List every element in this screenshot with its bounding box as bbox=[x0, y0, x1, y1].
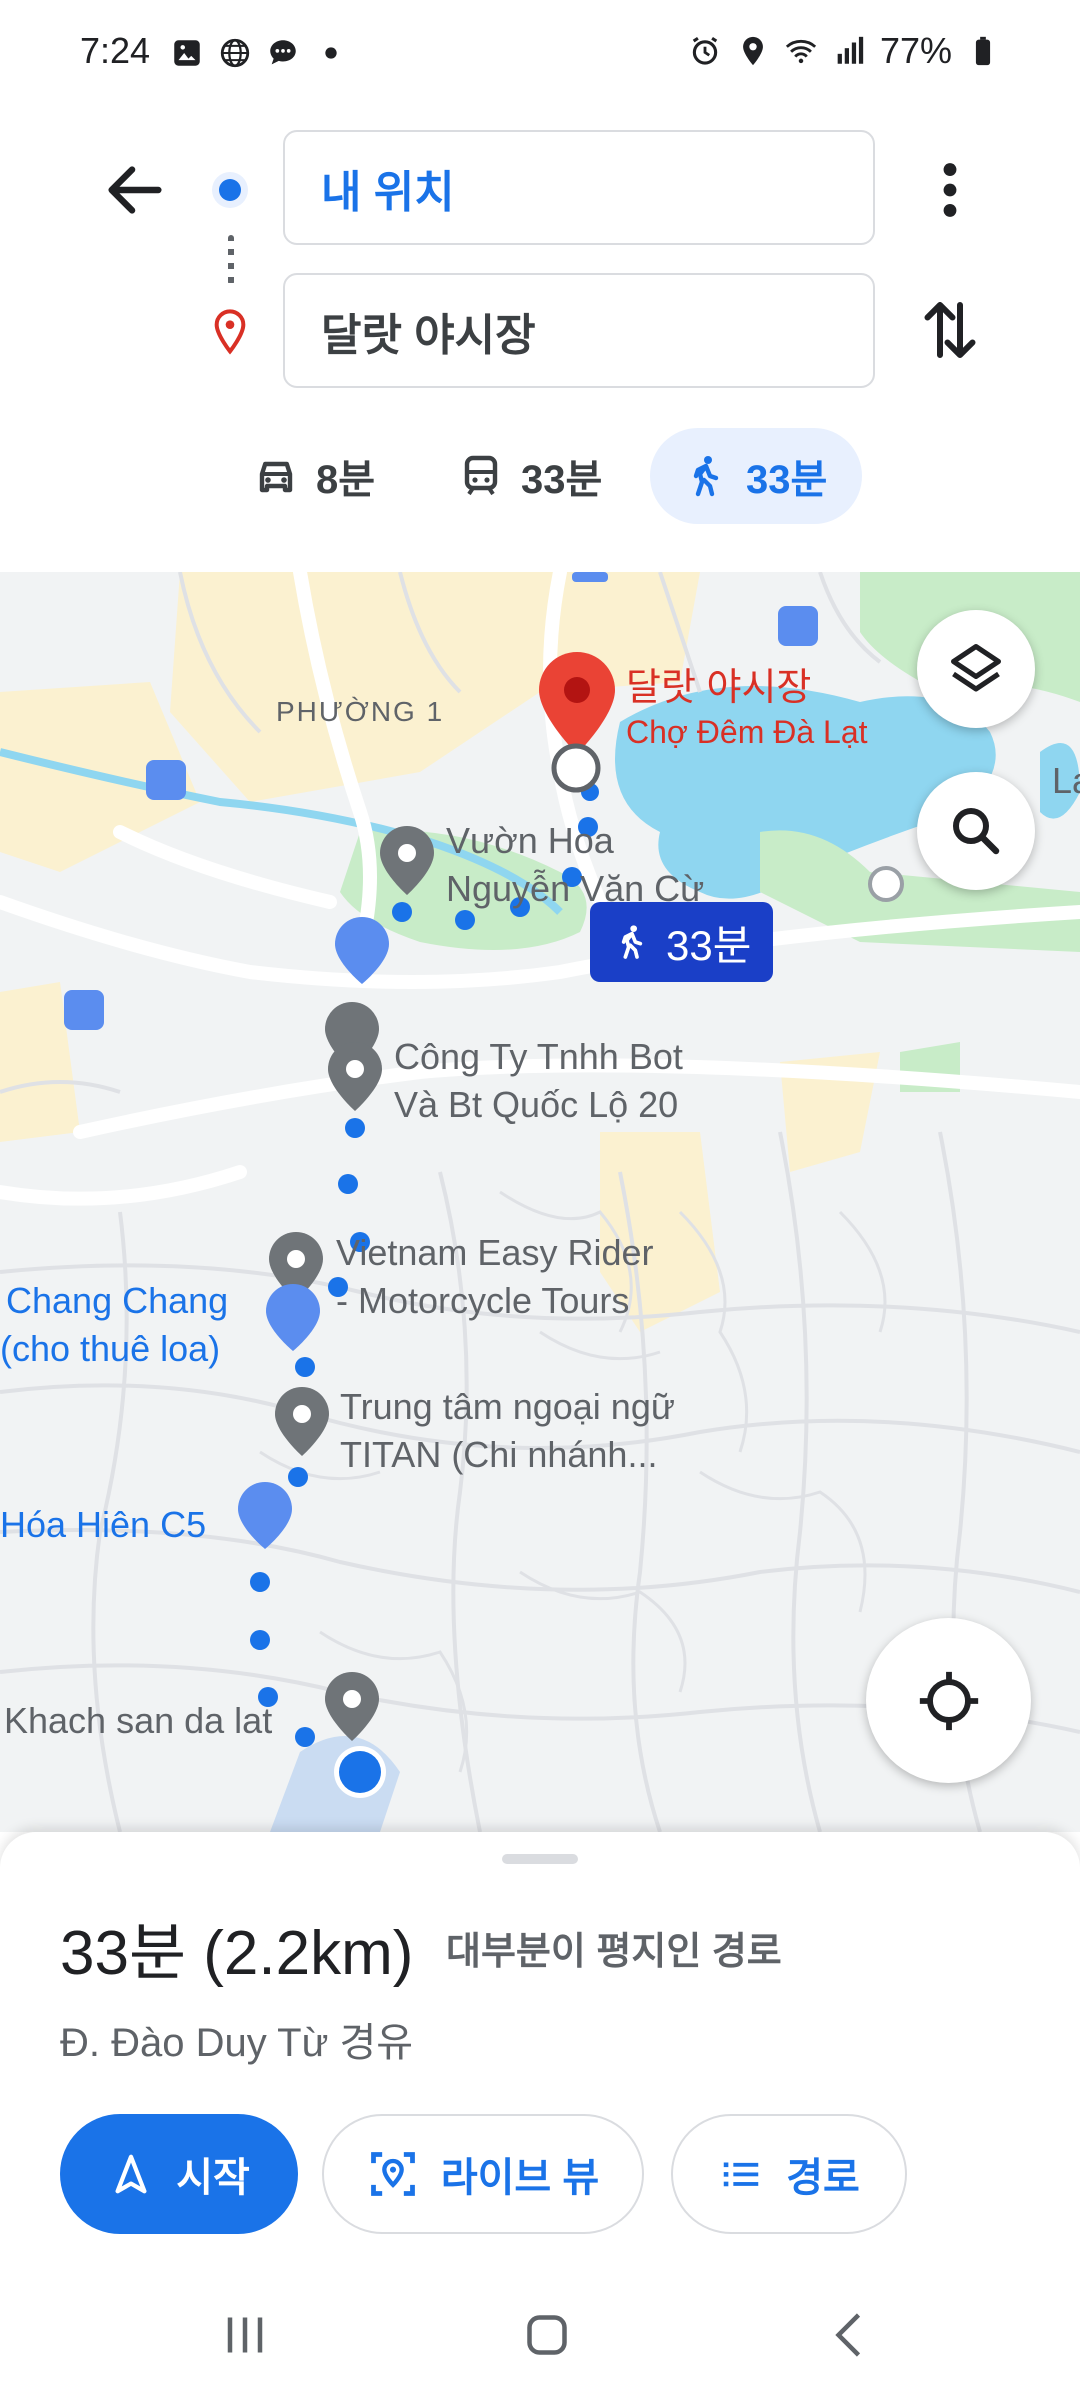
home-icon bbox=[527, 2315, 567, 2355]
walk-icon bbox=[693, 456, 719, 497]
route-dots-divider bbox=[228, 235, 234, 285]
map-label-poi-chang[interactable]: Chang Chang bbox=[6, 1278, 228, 1325]
route-note: 대부분이 평지인 경로 bbox=[446, 1931, 782, 1973]
status-right: 77% bbox=[688, 30, 1000, 72]
more-vert-icon bbox=[943, 163, 957, 217]
origin-dot-icon bbox=[212, 172, 248, 208]
tab-driving-label: 8분 bbox=[316, 458, 376, 502]
map-label-poi-company[interactable]: Công Ty Tnhh Bot bbox=[394, 1034, 683, 1081]
status-bar: 7:24 77% bbox=[0, 0, 1080, 110]
destination-pin-icon bbox=[214, 309, 246, 355]
my-location-button[interactable] bbox=[866, 1618, 1031, 1783]
route-duration-chip[interactable]: 33분 bbox=[590, 902, 774, 982]
system-nav-bar bbox=[0, 2270, 1080, 2400]
layers-icon bbox=[951, 644, 1001, 692]
map-label-edge: La bbox=[1052, 760, 1080, 801]
more-options-button[interactable] bbox=[925, 155, 975, 225]
arrow-back-icon bbox=[108, 166, 162, 214]
home-button[interactable] bbox=[502, 2290, 592, 2380]
map-label-poi-garden[interactable]: Vườn Hoa bbox=[446, 818, 614, 865]
status-left-icons bbox=[170, 36, 348, 70]
transit-icon bbox=[464, 455, 498, 496]
destination-field[interactable]: 달랏 야시장 bbox=[283, 273, 875, 388]
list-icon bbox=[723, 2162, 759, 2187]
back-nav-button[interactable] bbox=[806, 2290, 896, 2380]
battery-icon bbox=[975, 36, 991, 66]
map-label-poi-khach-san[interactable]: Khach san da lat bbox=[4, 1698, 272, 1745]
swap-button[interactable] bbox=[920, 295, 980, 365]
recents-button[interactable] bbox=[200, 2290, 290, 2380]
search-button[interactable] bbox=[917, 772, 1035, 890]
live-view-button[interactable]: 라이브 뷰 bbox=[322, 2114, 644, 2234]
live-view-button-label: 라이브 뷰 bbox=[440, 2156, 600, 2200]
steps-button[interactable]: 경로 bbox=[671, 2114, 907, 2234]
map-label-poi-titan-2[interactable]: TITAN (Chi nhánh... bbox=[340, 1432, 657, 1479]
globe-icon bbox=[220, 38, 250, 68]
chat-icon bbox=[270, 40, 296, 65]
live-view-icon bbox=[370, 2152, 415, 2196]
map-label-destination-vi[interactable]: Chợ Đêm Đà Lạt bbox=[626, 712, 868, 754]
navigation-icon bbox=[115, 2154, 147, 2194]
recents-icon bbox=[227, 2317, 263, 2353]
map-label-poi-titan[interactable]: Trung tâm ngoại ngữ bbox=[340, 1384, 675, 1431]
map-label-poi-easy-rider-2[interactable]: - Motorcycle Tours bbox=[336, 1278, 629, 1325]
sheet-drag-handle[interactable] bbox=[502, 1854, 578, 1864]
chevron-left-icon bbox=[835, 2313, 861, 2357]
tab-driving[interactable]: 8분 bbox=[220, 428, 407, 524]
tab-walking-label: 33분 bbox=[746, 458, 828, 502]
car-icon bbox=[259, 461, 293, 493]
walk-icon bbox=[621, 925, 643, 959]
tab-transit-label: 33분 bbox=[521, 458, 603, 502]
route-duration: 33분 (2.2km) bbox=[60, 1919, 414, 1988]
location-icon bbox=[743, 36, 763, 66]
start-button-label: 시작 bbox=[176, 2156, 250, 2200]
swap-vert-icon bbox=[924, 302, 976, 358]
dot-icon bbox=[325, 47, 337, 59]
origin-field[interactable]: 내 위치 bbox=[283, 130, 875, 245]
layers-button[interactable] bbox=[917, 610, 1035, 728]
map-label-poi-easy-rider[interactable]: Vietnam Easy Rider bbox=[336, 1230, 653, 1277]
my-location-icon bbox=[919, 1671, 978, 1730]
tab-transit[interactable]: 33분 bbox=[425, 428, 634, 524]
alarm-icon bbox=[692, 36, 718, 65]
map-view[interactable]: PHƯỜNG 1 달랏 야시장 Chợ Đêm Đà Lạt Vườn Hoa … bbox=[0, 572, 1080, 1832]
travel-mode-tabs: 8분 33분 33분 bbox=[0, 428, 1080, 528]
status-time: 7:24 bbox=[80, 30, 151, 71]
route-via: Đ. Đào Duy Từ 경유 bbox=[60, 2021, 414, 2065]
battery-percent: 77% bbox=[879, 30, 952, 71]
map-label-destination[interactable]: 달랏 야시장 bbox=[626, 664, 811, 713]
map-label-poi-chang-2[interactable]: (cho thuê loa) bbox=[0, 1326, 220, 1373]
signal-icon bbox=[837, 36, 864, 64]
map-label-ward: PHƯỜNG 1 bbox=[276, 696, 445, 727]
steps-button-label: 경로 bbox=[786, 2156, 860, 2200]
map-label-poi-company-2[interactable]: Và Bt Quốc Lộ 20 bbox=[394, 1082, 678, 1129]
route-duration-chip-label: 33분 bbox=[666, 921, 752, 969]
destination-text: 달랏 야시장 bbox=[321, 310, 536, 360]
origin-text: 내 위치 bbox=[321, 167, 455, 217]
tab-walking[interactable]: 33분 bbox=[650, 428, 862, 524]
start-button[interactable]: 시작 bbox=[60, 2114, 298, 2234]
map-label-poi-hoa-hien[interactable]: Hóa Hiên C5 bbox=[0, 1502, 206, 1549]
search-icon bbox=[953, 808, 1000, 855]
wifi-icon bbox=[785, 39, 817, 64]
back-button[interactable] bbox=[100, 155, 170, 225]
image-icon bbox=[174, 40, 200, 66]
